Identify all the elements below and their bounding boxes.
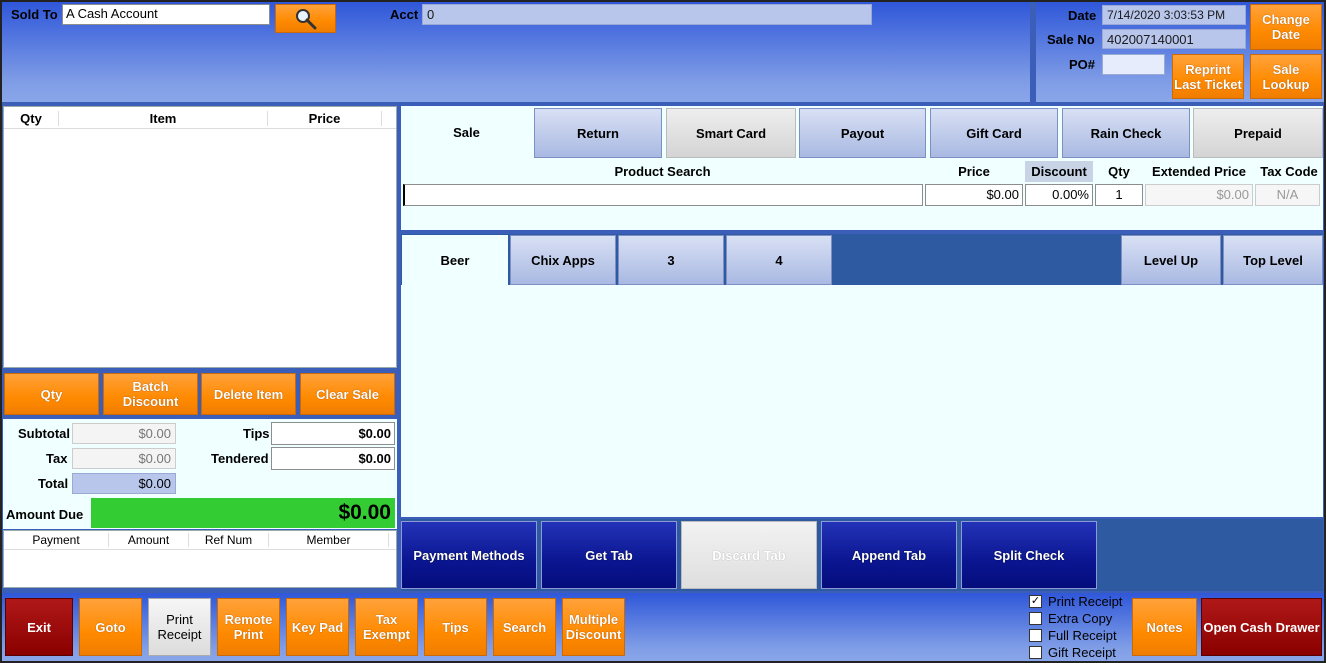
subtotal-label: Subtotal [18, 426, 70, 441]
append-tab-button[interactable]: Append Tab [821, 521, 957, 589]
tax-code-field: N/A [1255, 184, 1320, 206]
extended-price-field: $0.00 [1145, 184, 1253, 206]
payments-col-member: Member [269, 533, 389, 547]
split-check-button[interactable]: Split Check [961, 521, 1097, 589]
receipt-options: ✓ Print Receipt Extra Copy Full Receipt G… [1029, 593, 1122, 661]
clear-sale-button[interactable]: Clear Sale [300, 373, 395, 415]
price-input[interactable]: $0.00 [925, 184, 1023, 206]
tips-button[interactable]: Tips [424, 598, 487, 656]
remote-print-button[interactable]: Remote Print [217, 598, 280, 656]
change-date-button[interactable]: Change Date [1250, 4, 1322, 50]
open-cash-drawer-button[interactable]: Open Cash Drawer [1201, 598, 1322, 656]
payments-col-amount: Amount [109, 533, 189, 547]
tax-code-label: Tax Code [1260, 164, 1318, 179]
amount-due-label: Amount Due [6, 507, 84, 522]
checkbox-box [1029, 629, 1042, 642]
po-input[interactable] [1102, 54, 1165, 75]
discount-input[interactable]: 0.00% [1025, 184, 1093, 206]
full-receipt-checkbox[interactable]: Full Receipt [1029, 627, 1122, 644]
date-label: Date [1068, 8, 1097, 23]
tab-rain-check[interactable]: Rain Check [1062, 108, 1190, 158]
delete-item-button[interactable]: Delete Item [201, 373, 296, 415]
payments-header: Payment Amount Ref Num Member [4, 531, 396, 550]
customer-search-button[interactable] [275, 4, 336, 33]
goto-button[interactable]: Goto [79, 598, 142, 656]
qty-input[interactable]: 1 [1095, 184, 1143, 206]
sold-to-label: Sold To [11, 7, 58, 22]
multiple-discount-button[interactable]: Multiple Discount [562, 598, 625, 656]
tab-smart-card[interactable]: Smart Card [666, 108, 796, 158]
checkbox-box [1029, 646, 1042, 659]
extra-copy-checkbox[interactable]: Extra Copy [1029, 610, 1122, 627]
cart-header: Qty Item Price [4, 107, 396, 129]
reprint-last-ticket-button[interactable]: Reprint Last Ticket [1172, 54, 1244, 99]
total-field: $0.00 [72, 473, 176, 494]
product-search-label: Product Search [614, 164, 711, 179]
tab-prepaid[interactable]: Prepaid [1193, 108, 1323, 158]
print-receipt-checkbox[interactable]: ✓ Print Receipt [1029, 593, 1122, 610]
items-grid[interactable] [401, 285, 1323, 517]
category-tab-chix-apps[interactable]: Chix Apps [510, 235, 616, 285]
tab-return[interactable]: Return [534, 108, 662, 158]
sold-to-input[interactable]: A Cash Account [62, 4, 270, 25]
tax-field: $0.00 [72, 448, 176, 469]
tax-exempt-button[interactable]: Tax Exempt [355, 598, 418, 656]
top-level-button[interactable]: Top Level [1223, 235, 1323, 285]
date-field: 7/14/2020 3:03:53 PM [1102, 5, 1246, 25]
amount-due-value: $0.00 [91, 498, 395, 528]
category-tab-4[interactable]: 4 [726, 235, 832, 285]
batch-discount-button[interactable]: Batch Discount [103, 373, 198, 415]
price-label: Price [958, 164, 990, 179]
print-receipt-button[interactable]: Print Receipt [148, 598, 211, 656]
gift-receipt-checkbox[interactable]: Gift Receipt [1029, 644, 1122, 661]
checkbox-box [1029, 612, 1042, 625]
key-pad-button[interactable]: Key Pad [286, 598, 349, 656]
tab-sale[interactable]: Sale [402, 106, 531, 158]
payments-list[interactable]: Payment Amount Ref Num Member [3, 530, 397, 588]
cart-col-price: Price [268, 111, 382, 126]
tips-label: Tips [243, 426, 270, 441]
payments-col-payment: Payment [4, 533, 109, 547]
tab-payout[interactable]: Payout [799, 108, 926, 158]
tax-label: Tax [46, 451, 68, 466]
checkbox-check-icon: ✓ [1029, 595, 1042, 608]
payments-col-ref-num: Ref Num [189, 533, 269, 547]
notes-button[interactable]: Notes [1132, 598, 1197, 656]
sale-no-field: 402007140001 [1102, 29, 1246, 49]
product-search-input[interactable] [403, 184, 923, 206]
category-tab-beer[interactable]: Beer [402, 235, 508, 285]
cart-col-item: Item [59, 111, 268, 126]
sale-no-label: Sale No [1047, 32, 1095, 47]
tendered-label: Tendered [211, 451, 269, 466]
get-tab-button[interactable]: Get Tab [541, 521, 677, 589]
search-icon [295, 8, 316, 29]
qty-button[interactable]: Qty [4, 373, 99, 415]
discard-tab-button[interactable]: Discard Tab [681, 521, 817, 589]
tendered-input[interactable]: $0.00 [271, 447, 395, 470]
tab-gift-card[interactable]: Gift Card [930, 108, 1058, 158]
cart-list[interactable]: Qty Item Price [3, 106, 397, 368]
acct-field: 0 [422, 4, 872, 25]
cart-col-qty: Qty [4, 111, 59, 126]
extended-price-label: Extended Price [1152, 164, 1246, 179]
level-up-button[interactable]: Level Up [1121, 235, 1221, 285]
tips-input[interactable]: $0.00 [271, 422, 395, 445]
exit-button[interactable]: Exit [5, 598, 73, 656]
subtotal-field: $0.00 [72, 423, 176, 444]
po-label: PO# [1069, 57, 1096, 72]
category-tab-3[interactable]: 3 [618, 235, 724, 285]
sale-lookup-button[interactable]: Sale Lookup [1250, 54, 1322, 99]
acct-label: Acct [390, 7, 419, 22]
search-button[interactable]: Search [493, 598, 556, 656]
qty-label: Qty [1108, 164, 1130, 179]
total-label: Total [38, 476, 69, 491]
payment-methods-button[interactable]: Payment Methods [401, 521, 537, 589]
discount-label: Discount [1025, 161, 1093, 182]
